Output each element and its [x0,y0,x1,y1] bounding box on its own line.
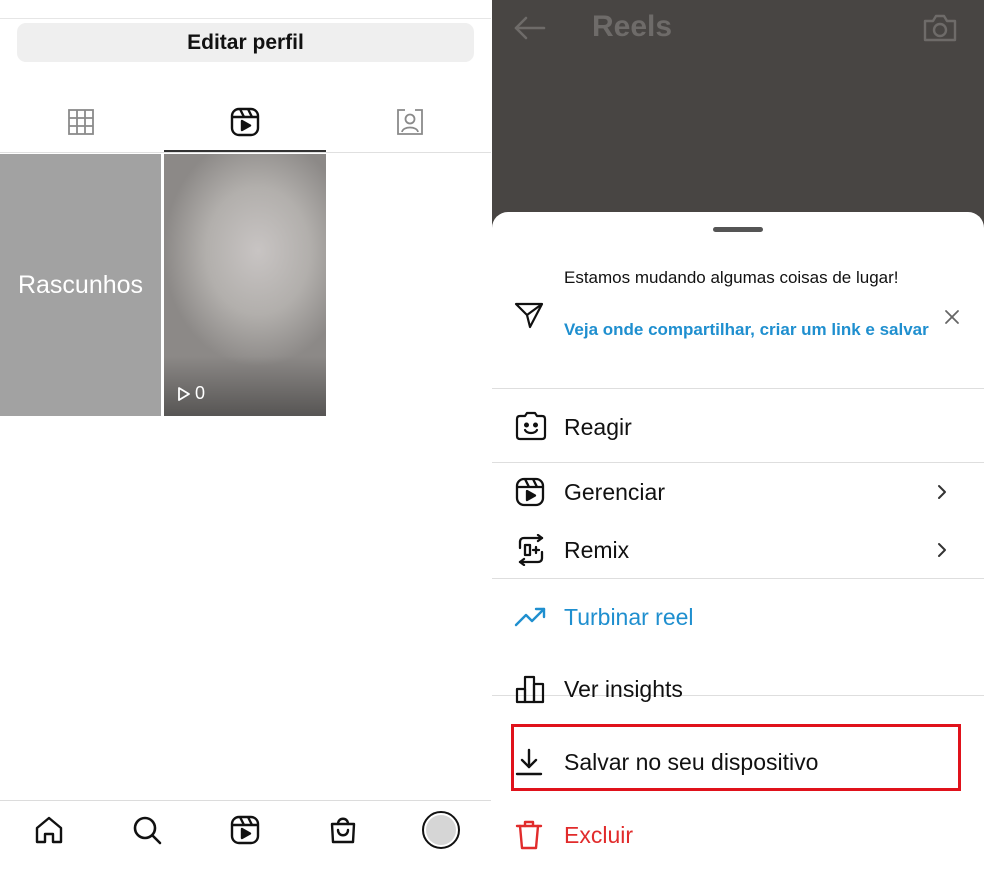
menu-item-boost-reel[interactable]: Turbinar reel [492,592,984,642]
options-sheet: Estamos mudando algumas coisas de lugar!… [492,212,984,871]
edit-profile-button[interactable]: Editar perfil [17,23,474,62]
reels-icon [229,106,261,138]
chevron-right-icon [936,484,948,500]
page-title: Reels [592,10,673,43]
drafts-tile[interactable]: Rascunhos [0,154,161,416]
menu-item-label: Reagir [564,413,632,440]
search-icon [131,814,163,846]
chevron-right-icon [936,542,948,558]
divider [492,388,984,389]
tab-tagged[interactable] [328,94,491,150]
views-count: 0 [195,383,206,403]
menu-item-label: Gerenciar [564,478,665,505]
notice-message: Estamos mudando algumas coisas de lugar! [564,268,899,287]
profile-screen: Editar perfil Rascunhos 0 [0,0,491,871]
menu-item-remix[interactable]: Remix [492,525,984,575]
trash-icon [514,819,544,851]
tagged-person-icon [394,107,426,137]
sheet-drag-handle[interactable] [713,227,763,232]
nav-shop[interactable] [313,807,373,853]
home-icon [33,814,65,846]
avatar [422,811,460,849]
remix-icon [514,534,548,566]
views-counter: 0 [177,383,205,404]
menu-item-manage[interactable]: Gerenciar [492,467,984,517]
drafts-label: Rascunhos [17,270,144,299]
divider [492,578,984,579]
nav-profile[interactable] [411,807,471,853]
divider [0,152,491,153]
grid-icon [67,108,95,136]
bar-chart-icon [514,673,546,705]
reel-thumbnail[interactable]: 0 [164,154,326,416]
divider [0,18,491,19]
menu-item-label: Remix [564,536,630,563]
camera-icon[interactable] [922,12,958,44]
notice-link[interactable]: Veja onde compartilhar, criar um link e … [564,316,944,344]
menu-item-view-insights[interactable]: Ver insights [492,664,984,714]
divider [0,800,491,801]
react-face-icon [514,410,548,444]
divider [492,462,984,463]
tab-posts-grid[interactable] [0,94,162,150]
tab-reels[interactable] [164,94,326,150]
highlight-box [511,724,961,791]
nav-reels[interactable] [215,807,275,853]
menu-item-label: Excluir [564,821,634,848]
shopping-bag-icon [327,814,359,846]
trending-up-icon [514,605,548,629]
nav-home[interactable] [19,807,79,853]
menu-item-react[interactable]: Reagir [492,402,984,452]
back-arrow-icon[interactable] [512,12,548,44]
reels-screen: Reels Estamos mudando algumas coisas de … [492,0,984,871]
paper-plane-icon [513,300,545,330]
menu-item-delete[interactable]: Excluir [492,810,984,860]
menu-item-label: Ver insights [564,675,683,702]
reels-icon [229,814,261,846]
reels-icon [514,476,546,508]
close-icon[interactable] [943,308,961,326]
play-outline-icon [177,386,191,402]
nav-search[interactable] [117,807,177,853]
menu-item-label: Turbinar reel [564,603,694,630]
